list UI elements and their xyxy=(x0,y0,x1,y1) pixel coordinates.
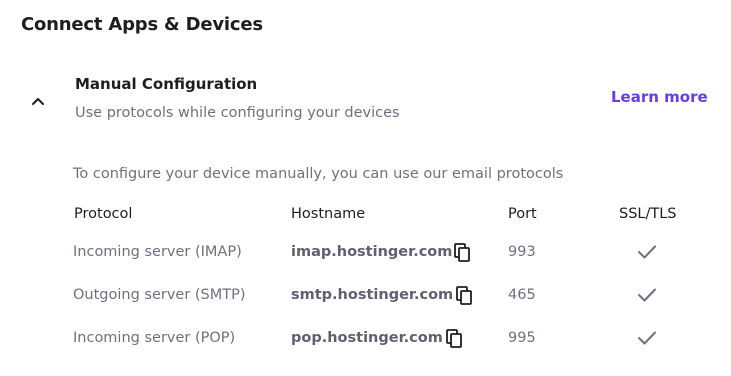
learn-more-link[interactable]: Learn more xyxy=(611,88,708,106)
row-hostname-imap: imap.hostinger.com xyxy=(291,244,453,260)
row-port-pop: 995 xyxy=(508,330,536,346)
column-header-hostname: Hostname xyxy=(291,206,366,222)
copy-hostname-imap-button[interactable] xyxy=(453,243,471,263)
copy-icon xyxy=(446,329,462,348)
row-port-smtp: 465 xyxy=(508,287,536,303)
column-header-ssl: SSL/TLS xyxy=(619,206,677,222)
column-header-port: Port xyxy=(508,206,537,222)
row-protocol-pop: Incoming server (POP) xyxy=(73,330,236,346)
intro-text: To configure your device manually, you c… xyxy=(73,166,564,182)
section-title: Manual Configuration xyxy=(75,75,258,93)
row-port-imap: 993 xyxy=(508,244,536,260)
row-protocol-smtp: Outgoing server (SMTP) xyxy=(73,287,246,303)
row-hostname-pop: pop.hostinger.com xyxy=(291,330,443,346)
row-hostname-smtp: smtp.hostinger.com xyxy=(291,287,454,303)
check-icon xyxy=(637,330,657,346)
copy-hostname-pop-button[interactable] xyxy=(445,329,463,349)
check-icon xyxy=(637,244,657,260)
check-icon xyxy=(637,287,657,303)
row-protocol-imap: Incoming server (IMAP) xyxy=(73,244,242,260)
page-title: Connect Apps & Devices xyxy=(21,14,263,35)
column-header-protocol: Protocol xyxy=(74,206,133,222)
copy-hostname-smtp-button[interactable] xyxy=(455,286,473,306)
section-subtitle: Use protocols while configuring your dev… xyxy=(75,105,400,121)
copy-icon xyxy=(456,286,472,305)
chevron-up-icon xyxy=(32,98,44,105)
copy-icon xyxy=(454,243,470,262)
collapse-button[interactable] xyxy=(28,92,48,110)
